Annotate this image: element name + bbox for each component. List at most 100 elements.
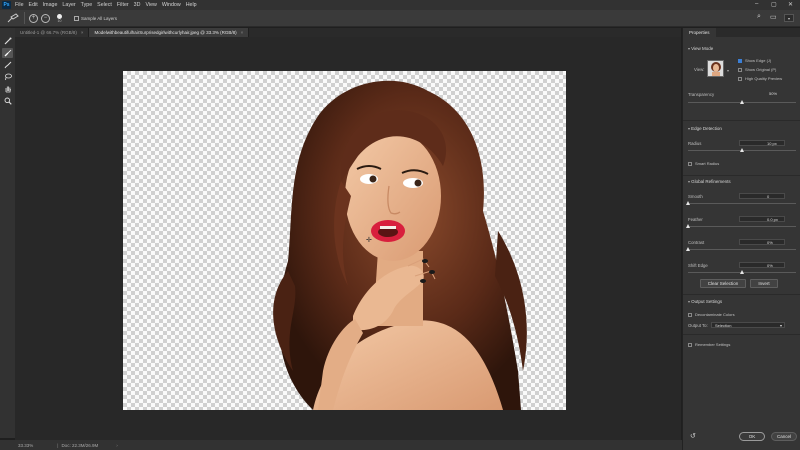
- tab-properties[interactable]: Properties: [683, 28, 716, 37]
- maximize-icon[interactable]: ▢: [771, 1, 777, 8]
- close-tab-icon[interactable]: ×: [81, 30, 84, 35]
- lasso-tool-icon[interactable]: [2, 72, 13, 82]
- view-mode-section-title[interactable]: View Mode: [688, 46, 713, 51]
- ok-button[interactable]: OK: [739, 432, 765, 441]
- feather-slider-handle[interactable]: [686, 224, 690, 228]
- close-icon[interactable]: ✕: [788, 1, 793, 8]
- menu-select[interactable]: Select: [97, 2, 112, 8]
- menu-3d[interactable]: 3D: [134, 2, 141, 8]
- menu-view[interactable]: View: [145, 2, 156, 8]
- refine-edge-brush-icon[interactable]: [6, 13, 20, 24]
- edge-detection-section-title[interactable]: Edge Detection: [688, 126, 722, 131]
- brush-size-picker[interactable]: 10: [57, 13, 62, 23]
- high-quality-preview-label: High Quality Preview: [745, 76, 783, 81]
- close-tab-icon[interactable]: ×: [241, 30, 244, 35]
- workspace: ✛: [15, 37, 681, 440]
- properties-tab-bar: Properties: [683, 28, 800, 37]
- show-original-checkbox[interactable]: [738, 68, 742, 72]
- menu-file[interactable]: File: [15, 2, 24, 8]
- minimize-icon[interactable]: –: [755, 1, 758, 7]
- radius-slider-handle[interactable]: [740, 148, 744, 152]
- high-quality-preview-checkbox[interactable]: [738, 77, 742, 81]
- shift-edge-label: Shift Edge: [688, 263, 708, 268]
- tab-label: ModelwithbeautifulhairSurprisedgirlwithc…: [94, 30, 237, 35]
- brush-tool-icon[interactable]: [2, 60, 13, 70]
- smart-radius-label: Smart Radius: [695, 161, 720, 166]
- output-to-value: Selection: [715, 323, 732, 328]
- remember-settings-label: Remember Settings: [695, 342, 731, 347]
- view-mode-thumbnail[interactable]: [707, 60, 724, 77]
- invert-button[interactable]: Invert: [750, 279, 778, 288]
- status-arrow-icon[interactable]: ›: [116, 443, 118, 448]
- menu-bar: Ps File Edit Image Layer Type Select Fil…: [0, 0, 800, 10]
- global-refinements-section-title[interactable]: Global Refinements: [688, 179, 731, 184]
- radius-label: Radius: [688, 141, 702, 146]
- radius-slider[interactable]: [688, 148, 796, 152]
- view-dropdown-chevron-icon[interactable]: ▾: [727, 68, 729, 73]
- decontaminate-colors-checkbox[interactable]: [688, 313, 692, 317]
- contrast-slider[interactable]: [686, 247, 796, 251]
- separator: [24, 12, 25, 24]
- output-to-select[interactable]: Selection ▾: [711, 322, 785, 328]
- sample-all-layers-label: Sample All Layers: [81, 15, 118, 21]
- menu-type[interactable]: Type: [81, 2, 92, 8]
- status-bar: 33.33% | Doc: 22.3M/26.9M ›: [0, 440, 682, 450]
- shift-edge-slider-handle[interactable]: [740, 270, 744, 274]
- document-tab-bar: Untitled-1 @ 66.7% (RGB/8) × Modelwithbe…: [15, 28, 681, 37]
- menu-filter[interactable]: Filter: [117, 2, 129, 8]
- search-icon[interactable]: ⌕: [757, 13, 761, 21]
- feather-input[interactable]: 0.0 px: [739, 216, 785, 222]
- properties-panel: Properties View Mode View: ▾ Show Edge (…: [682, 28, 800, 450]
- woman-portrait-image: [273, 80, 527, 410]
- smart-radius-checkbox[interactable]: [688, 162, 692, 166]
- divider: [683, 334, 800, 335]
- brush-size-value: 10: [57, 18, 62, 23]
- transparency-slider[interactable]: [688, 100, 796, 104]
- contrast-input[interactable]: 0%: [739, 239, 785, 245]
- menu-layer[interactable]: Layer: [62, 2, 75, 8]
- workspace-dropdown[interactable]: ▾: [784, 14, 794, 22]
- add-to-selection-icon[interactable]: +: [29, 13, 38, 23]
- tab-untitled-1[interactable]: Untitled-1 @ 66.7% (RGB/8) ×: [15, 28, 90, 37]
- sample-all-layers-checkbox[interactable]: [74, 15, 79, 21]
- output-settings-section-title[interactable]: Output Settings: [688, 299, 722, 304]
- menu-edit[interactable]: Edit: [29, 2, 38, 8]
- reset-workspace-icon[interactable]: ↺: [690, 432, 696, 440]
- transparency-value[interactable]: 50%: [769, 91, 777, 96]
- smooth-label: Smooth: [688, 194, 703, 199]
- hand-tool-icon[interactable]: [2, 84, 13, 94]
- refine-edge-brush-tool-icon[interactable]: [2, 48, 13, 58]
- output-to-label: Output To:: [688, 323, 708, 328]
- menu-image[interactable]: Image: [43, 2, 58, 8]
- image-canvas[interactable]: ✛: [123, 71, 566, 410]
- menu-help[interactable]: Help: [186, 2, 197, 8]
- tab-model-image[interactable]: ModelwithbeautifulhairSurprisedgirlwithc…: [89, 28, 250, 37]
- smooth-input[interactable]: 0: [739, 193, 785, 199]
- radius-input[interactable]: 10 px: [739, 140, 785, 146]
- contrast-slider-handle[interactable]: [686, 247, 690, 251]
- show-original-label: Show Original (P): [745, 67, 777, 72]
- zoom-level[interactable]: 33.33%: [18, 443, 33, 448]
- cancel-button[interactable]: Cancel: [771, 432, 797, 441]
- transparency-label: Transparency: [688, 92, 715, 97]
- clear-selection-button[interactable]: Clear Selection: [700, 279, 746, 288]
- quick-selection-tool-icon[interactable]: [2, 36, 13, 46]
- menu-window[interactable]: Window: [162, 2, 181, 8]
- chevron-down-icon: ▾: [779, 323, 782, 328]
- zoom-tool-icon[interactable]: [2, 96, 13, 106]
- remember-settings-checkbox[interactable]: [688, 343, 692, 347]
- transparency-slider-handle[interactable]: [740, 100, 744, 104]
- smooth-slider-handle[interactable]: [686, 201, 690, 205]
- contrast-label: Contrast: [688, 240, 705, 245]
- shift-edge-slider[interactable]: [688, 270, 796, 274]
- show-edge-checkbox[interactable]: [738, 59, 742, 63]
- shift-edge-input[interactable]: 0%: [739, 262, 785, 268]
- subtract-from-selection-icon[interactable]: −: [41, 13, 50, 23]
- view-label: View:: [694, 67, 705, 72]
- smooth-slider[interactable]: [686, 201, 796, 205]
- divider: [683, 294, 800, 295]
- feather-label: Feather: [688, 217, 703, 222]
- workspace-icon[interactable]: ▭: [770, 13, 777, 21]
- decontaminate-colors-label: Decontaminate Colors: [695, 312, 735, 317]
- feather-slider[interactable]: [686, 224, 796, 228]
